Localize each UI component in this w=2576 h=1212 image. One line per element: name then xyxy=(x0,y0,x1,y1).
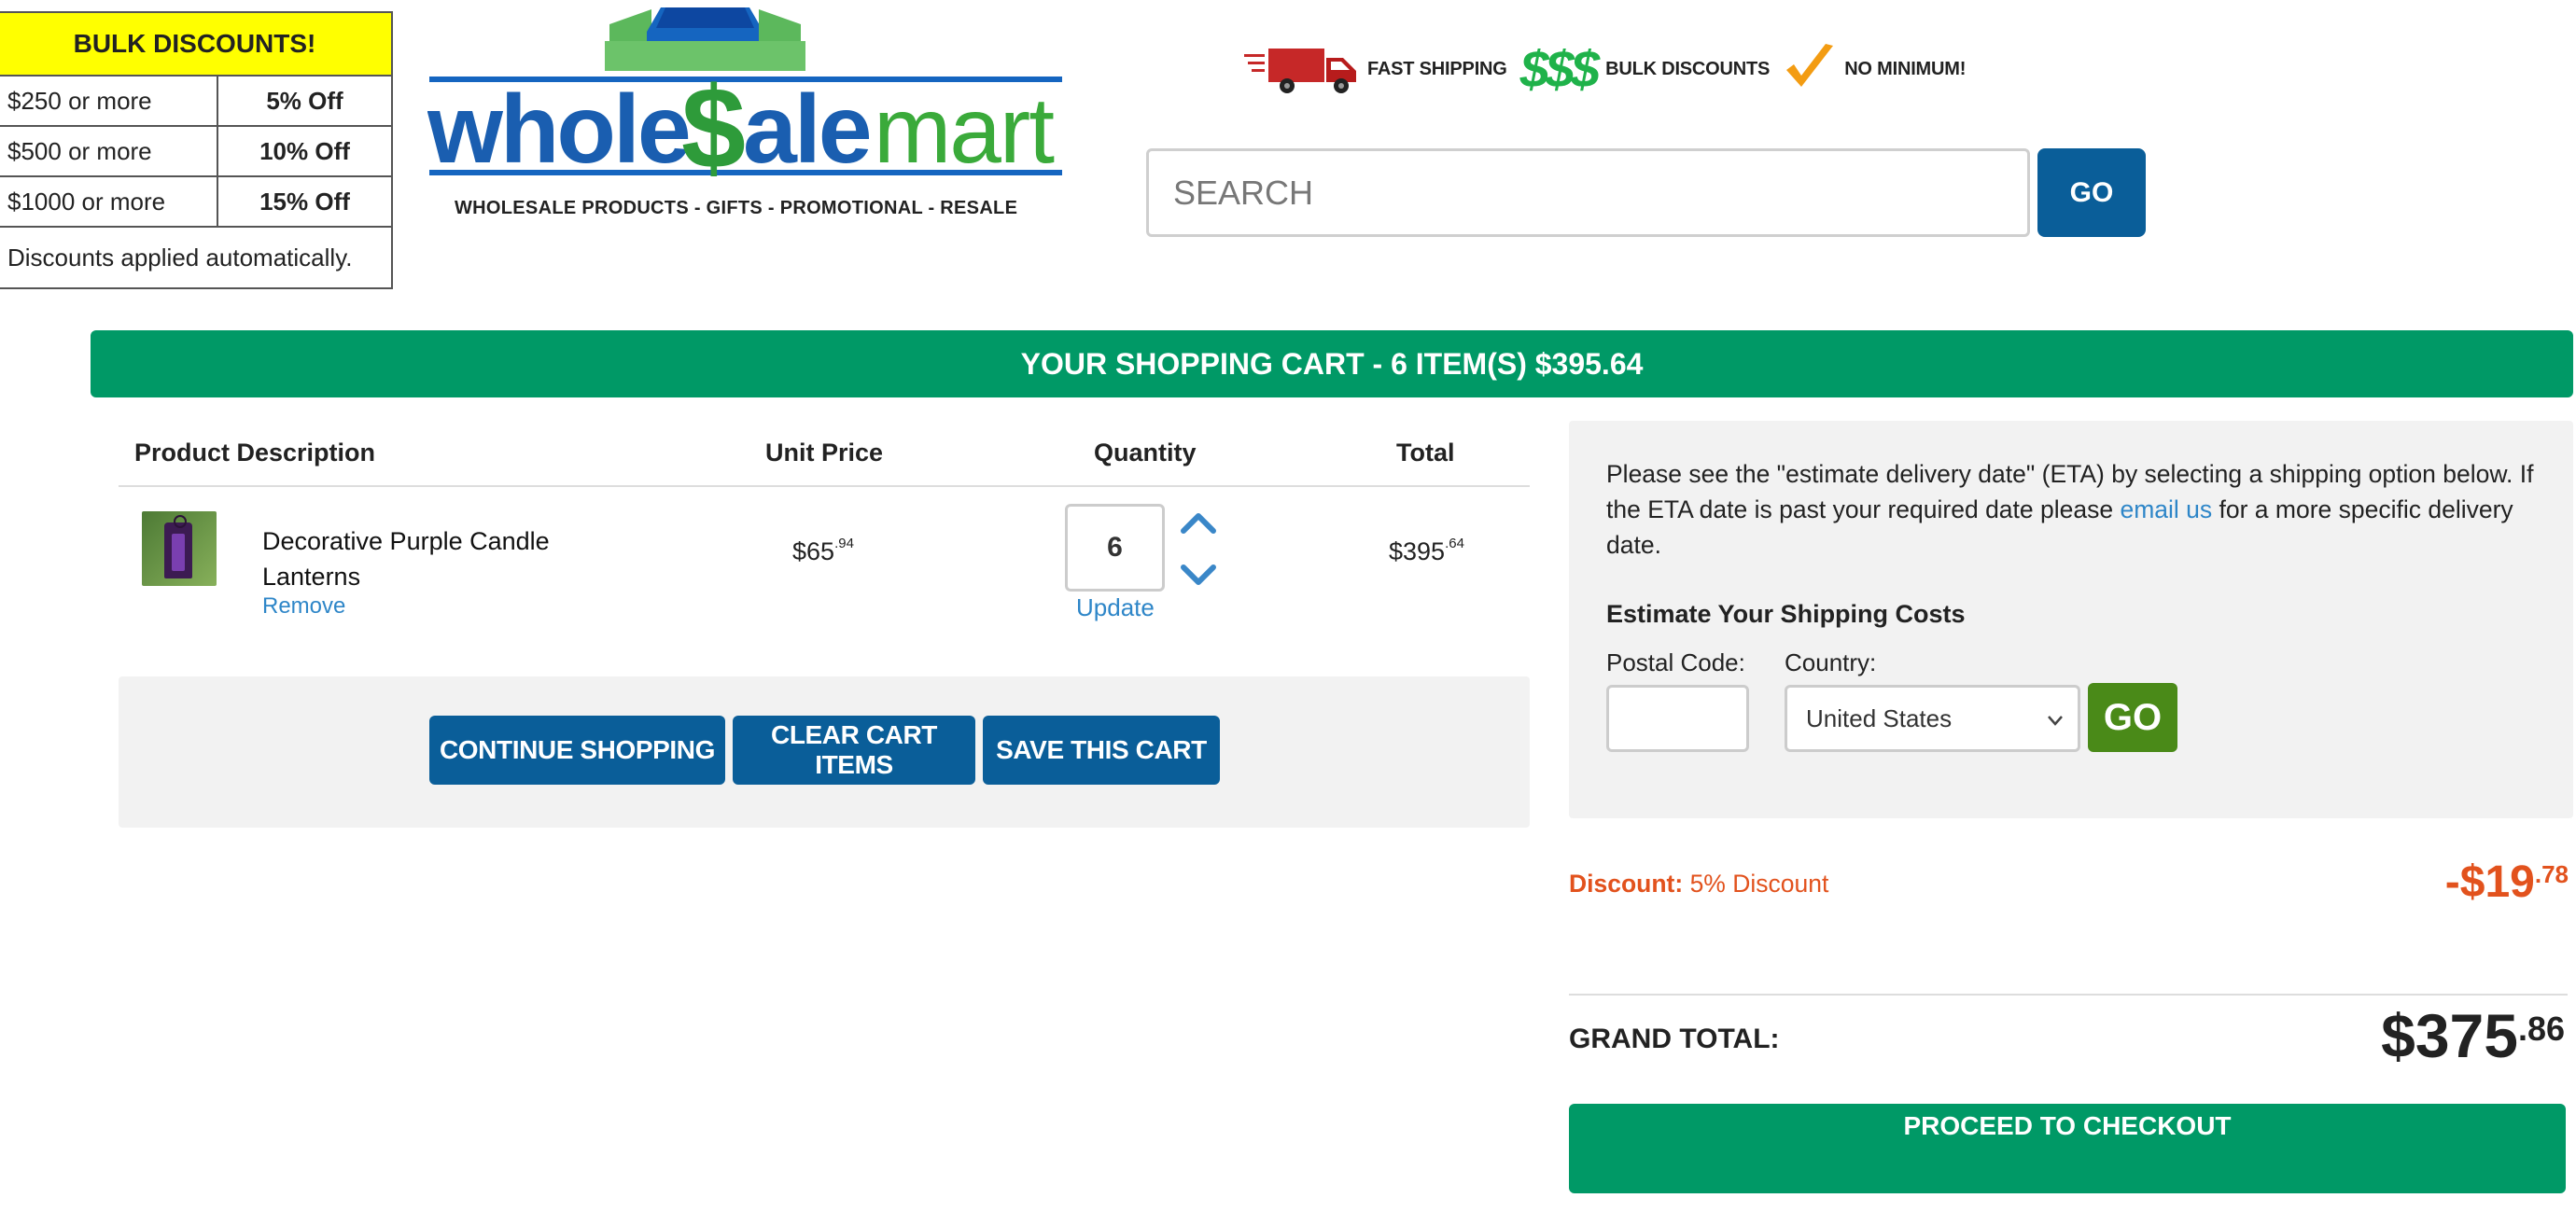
discount-amount: -$19.78 xyxy=(2445,857,2569,908)
line-total-dollars: $395 xyxy=(1389,537,1446,565)
truck-icon xyxy=(1244,49,1356,93)
bulk-tier-amount: $250 or more xyxy=(0,75,218,127)
benefits-strip: FAST SHIPPING $$$ BULK DISCOUNTS NO MINI… xyxy=(1244,41,1979,97)
chevron-up-icon[interactable] xyxy=(1180,508,1217,538)
discount-amount-cents: .78 xyxy=(2534,860,2569,888)
bulk-discounts-title: BULK DISCOUNTS! xyxy=(0,11,393,77)
header-quantity: Quantity xyxy=(1094,439,1197,467)
country-label: Country: xyxy=(1785,648,1877,676)
benefit-bulk-discounts-label: BULK DISCOUNTS xyxy=(1605,58,1771,79)
benefit-fast-shipping-label: FAST SHIPPING xyxy=(1367,58,1507,79)
bulk-tier-row: $1000 or more 15% Off xyxy=(0,175,393,228)
estimate-shipping-heading: Estimate Your Shipping Costs xyxy=(1606,600,1966,628)
site-logo[interactable]: whole $ ale mart xyxy=(427,4,1064,224)
email-us-link[interactable]: email us xyxy=(2120,495,2212,523)
bulk-tier-amount: $500 or more xyxy=(0,125,218,177)
clear-cart-button[interactable]: CLEAR CART ITEMS xyxy=(733,716,975,785)
bulk-discounts-note: Discounts applied automatically. xyxy=(0,226,393,289)
eta-note: Please see the "estimate delivery date" … xyxy=(1606,456,2549,563)
dollar-signs-icon: $$$ xyxy=(1519,39,1600,98)
unit-price-dollars: $65 xyxy=(792,537,835,565)
header-unit-price: Unit Price xyxy=(765,439,884,467)
benefit-no-minimum: NO MINIMUM! xyxy=(1783,42,1966,96)
country-select-value: United States xyxy=(1806,704,1953,732)
shipping-estimator-panel: Please see the "estimate delivery date" … xyxy=(1569,421,2573,818)
grand-total-cents: .86 xyxy=(2517,1010,2565,1048)
header-total: Total xyxy=(1396,439,1455,467)
save-cart-button[interactable]: SAVE THIS CART xyxy=(983,716,1220,785)
product-name-link[interactable]: Decorative Purple Candle Lanterns xyxy=(262,523,580,594)
country-select[interactable]: United States xyxy=(1785,685,2080,752)
grand-total-amount: $375.86 xyxy=(2381,1000,2565,1071)
select-chevron-icon xyxy=(2048,716,2063,726)
remove-item-link[interactable]: Remove xyxy=(262,593,345,620)
chevron-down-icon[interactable] xyxy=(1180,560,1217,590)
line-total: $395.64 xyxy=(1389,536,1464,566)
logo-word-whole: whole xyxy=(427,76,689,184)
line-total-cents: .64 xyxy=(1445,536,1464,551)
discount-amount-dollars: -$19 xyxy=(2444,857,2535,907)
unit-price-cents: .94 xyxy=(834,536,854,551)
lantern-image xyxy=(164,515,192,578)
postal-code-input[interactable] xyxy=(1606,685,1749,752)
discount-label: Discount: xyxy=(1569,870,1684,898)
benefit-no-minimum-label: NO MINIMUM! xyxy=(1844,58,1967,79)
logo-building-icon xyxy=(605,7,805,71)
bulk-discounts-table: BULK DISCOUNTS! $250 or more 5% Off $500… xyxy=(0,11,393,289)
benefit-bulk-discounts: $$$ BULK DISCOUNTS xyxy=(1520,43,1771,95)
cart-actions-panel: CONTINUE SHOPPING CLEAR CART ITEMS SAVE … xyxy=(119,676,1530,828)
bulk-tier-discount: 5% Off xyxy=(217,75,393,127)
discount-description: 5% Discount xyxy=(1689,870,1829,898)
logo-tagline: WHOLESALE PRODUCTS - GIFTS - PROMOTIONAL… xyxy=(455,198,1018,218)
quantity-input[interactable] xyxy=(1065,504,1165,592)
totals-divider xyxy=(1569,994,2568,996)
bulk-tier-discount: 10% Off xyxy=(217,125,393,177)
bulk-tier-amount: $1000 or more xyxy=(0,175,218,228)
cart-banner: YOUR SHOPPING CART - 6 ITEM(S) $395.64 xyxy=(91,330,2573,397)
grand-total-label: GRAND TOTAL: xyxy=(1569,1024,1780,1054)
check-icon xyxy=(1786,44,1834,87)
cart-table-header: Product Description Unit Price Quantity … xyxy=(119,433,1530,487)
postal-code-label: Postal Code: xyxy=(1606,648,1745,676)
discount-line: Discount: 5% Discount xyxy=(1569,870,1828,899)
estimate-shipping-go-button[interactable]: GO xyxy=(2088,683,2177,752)
grand-total-dollars: $375 xyxy=(2381,1001,2518,1070)
continue-shopping-button[interactable]: CONTINUE SHOPPING xyxy=(429,716,725,785)
bulk-tier-row: $500 or more 10% Off xyxy=(0,125,393,177)
product-thumbnail[interactable] xyxy=(142,511,217,586)
update-quantity-link[interactable]: Update xyxy=(1076,593,1155,622)
search-input[interactable] xyxy=(1146,148,2030,237)
search-go-button[interactable]: GO xyxy=(2037,148,2146,237)
bulk-tier-row: $250 or more 5% Off xyxy=(0,75,393,127)
logo-word-mart: mart xyxy=(874,78,1055,183)
proceed-to-checkout-button[interactable]: PROCEED TO CHECKOUT xyxy=(1569,1104,2566,1193)
bulk-tier-discount: 15% Off xyxy=(217,175,393,228)
logo-dollar: $ xyxy=(681,64,746,193)
benefit-fast-shipping: FAST SHIPPING xyxy=(1244,41,1507,97)
header-product-description: Product Description xyxy=(134,439,376,467)
unit-price: $65.94 xyxy=(792,536,854,566)
logo-word-ale: ale xyxy=(743,76,870,184)
